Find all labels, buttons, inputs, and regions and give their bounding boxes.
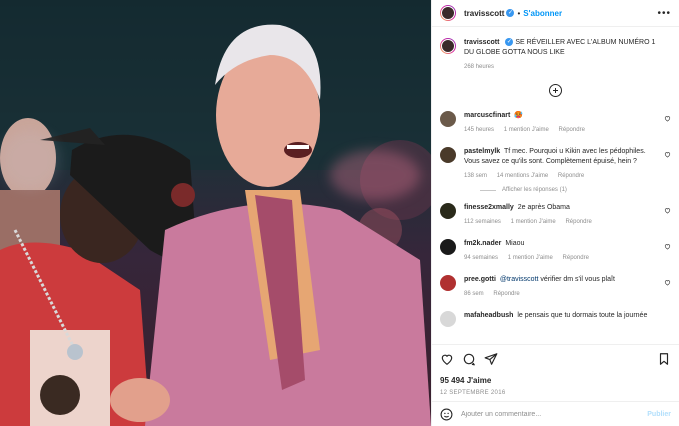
verified-badge-icon: ✓ (506, 9, 515, 17)
post-caption: travisscott ✓ SE RÉVEILLER AVEC L'ALBUM … (440, 38, 671, 72)
reply-button[interactable]: Répondre (493, 291, 519, 297)
view-replies-label[interactable]: Afficher les réponses (1) (502, 187, 567, 193)
comment-item: pree.gotti @travisscott vérifier dm s'il… (440, 275, 671, 299)
caption-username[interactable]: travisscott (464, 39, 499, 46)
comment-username[interactable]: finesse2xmally (464, 204, 514, 211)
like-comment-heart-icon[interactable] (664, 207, 671, 214)
comment-time[interactable]: 94 semaines (464, 255, 498, 261)
separator-dot: • (517, 8, 521, 18)
like-comment-heart-icon[interactable] (664, 279, 671, 286)
comment-item: finesse2xmally 2e après Obama 112 semain… (440, 203, 671, 227)
comment-time[interactable]: 138 sem (464, 173, 487, 179)
commenter-avatar[interactable] (440, 239, 456, 255)
commenter-avatar[interactable] (440, 311, 456, 327)
save-bookmark-icon[interactable] (657, 352, 671, 366)
author-avatar[interactable] (440, 5, 456, 21)
instagram-post-view: travisscott ✓ • S'abonner ••• travisscot… (0, 0, 679, 426)
comment-username[interactable]: fm2k.nader (464, 240, 501, 247)
comment-item: marcuscfinart 🥵 145 heures 1 mention J'a… (440, 111, 671, 135)
comment-username[interactable]: pree.gotti (464, 276, 496, 283)
publish-button[interactable]: Publier (647, 411, 671, 418)
comment-time[interactable]: 145 heures (464, 127, 494, 133)
comment-username[interactable]: marcuscfinart (464, 112, 510, 119)
commenter-avatar[interactable] (440, 111, 456, 127)
comment-time[interactable]: 112 semaines (464, 219, 501, 225)
reply-button[interactable]: Répondre (563, 255, 589, 261)
comments-list[interactable]: travisscott ✓ SE RÉVEILLER AVEC L'ALBUM … (432, 28, 679, 344)
likes-count[interactable]: 95 494 J'aime (440, 376, 671, 385)
comment-composer: Publier (432, 401, 679, 426)
commenter-avatar[interactable] (440, 147, 456, 163)
comment-likes[interactable]: 14 mentions J'aime (497, 173, 549, 179)
load-more-comments-icon[interactable] (549, 84, 562, 97)
post-photo[interactable] (0, 0, 431, 426)
post-sidebar: travisscott ✓ • S'abonner ••• travisscot… (431, 0, 679, 426)
replies-divider (480, 189, 496, 191)
share-paper-plane-icon[interactable] (484, 352, 498, 366)
comment-text: le pensais que tu dormais toute la journ… (517, 312, 648, 319)
emoji-icon[interactable] (440, 408, 453, 421)
reply-button[interactable]: Répondre (559, 127, 585, 133)
comment-mention[interactable]: @travisscott (500, 276, 539, 283)
follow-button[interactable]: S'abonner (523, 9, 562, 18)
reply-button[interactable]: Répondre (558, 173, 584, 179)
comment-likes[interactable]: 1 mention J'aime (511, 219, 556, 225)
author-username[interactable]: travisscott (464, 9, 504, 18)
post-date[interactable]: 12 SEPTEMBRE 2016 (440, 390, 671, 396)
post-actions: 95 494 J'aime 12 SEPTEMBRE 2016 (432, 344, 679, 396)
commenter-avatar[interactable] (440, 275, 456, 291)
comment-username[interactable]: pastelmylk (464, 148, 500, 155)
photo-illustration (0, 0, 431, 426)
comment-time[interactable]: 86 sem (464, 291, 484, 297)
like-comment-heart-icon[interactable] (664, 243, 671, 250)
like-comment-heart-icon[interactable] (664, 151, 671, 158)
post-header: travisscott ✓ • S'abonner ••• (432, 0, 679, 27)
comment-text: Miaou (505, 240, 525, 247)
verified-badge-icon: ✓ (505, 38, 514, 47)
comment-text: vérifier dm s'il vous plaît (540, 276, 615, 283)
comment-item: pastelmylk Tf mec. Pourquoi u Kikin avec… (440, 147, 671, 181)
comment-bubble-icon[interactable] (462, 352, 476, 366)
comment-item: mafaheadbush le pensais que tu dormais t… (440, 311, 671, 327)
like-heart-icon[interactable] (440, 352, 454, 366)
like-comment-heart-icon[interactable] (664, 115, 671, 122)
reply-button[interactable]: Répondre (565, 219, 591, 225)
comment-username[interactable]: mafaheadbush (464, 312, 513, 319)
comment-likes[interactable]: 1 mention J'aime (508, 255, 553, 261)
more-horizontal-icon[interactable]: ••• (657, 8, 671, 19)
comment-input[interactable] (461, 410, 648, 418)
caption-time[interactable]: 268 heures (464, 64, 494, 70)
view-replies-button[interactable]: Afficher les réponses (1) (480, 187, 671, 193)
author-avatar[interactable] (440, 38, 456, 54)
comment-text: 🥵 (514, 112, 523, 119)
comment-likes[interactable]: 1 mention J'aime (504, 127, 549, 133)
comment-text: 2e après Obama (517, 204, 570, 211)
commenter-avatar[interactable] (440, 203, 456, 219)
comment-item: fm2k.nader Miaou 94 semaines 1 mention J… (440, 239, 671, 263)
